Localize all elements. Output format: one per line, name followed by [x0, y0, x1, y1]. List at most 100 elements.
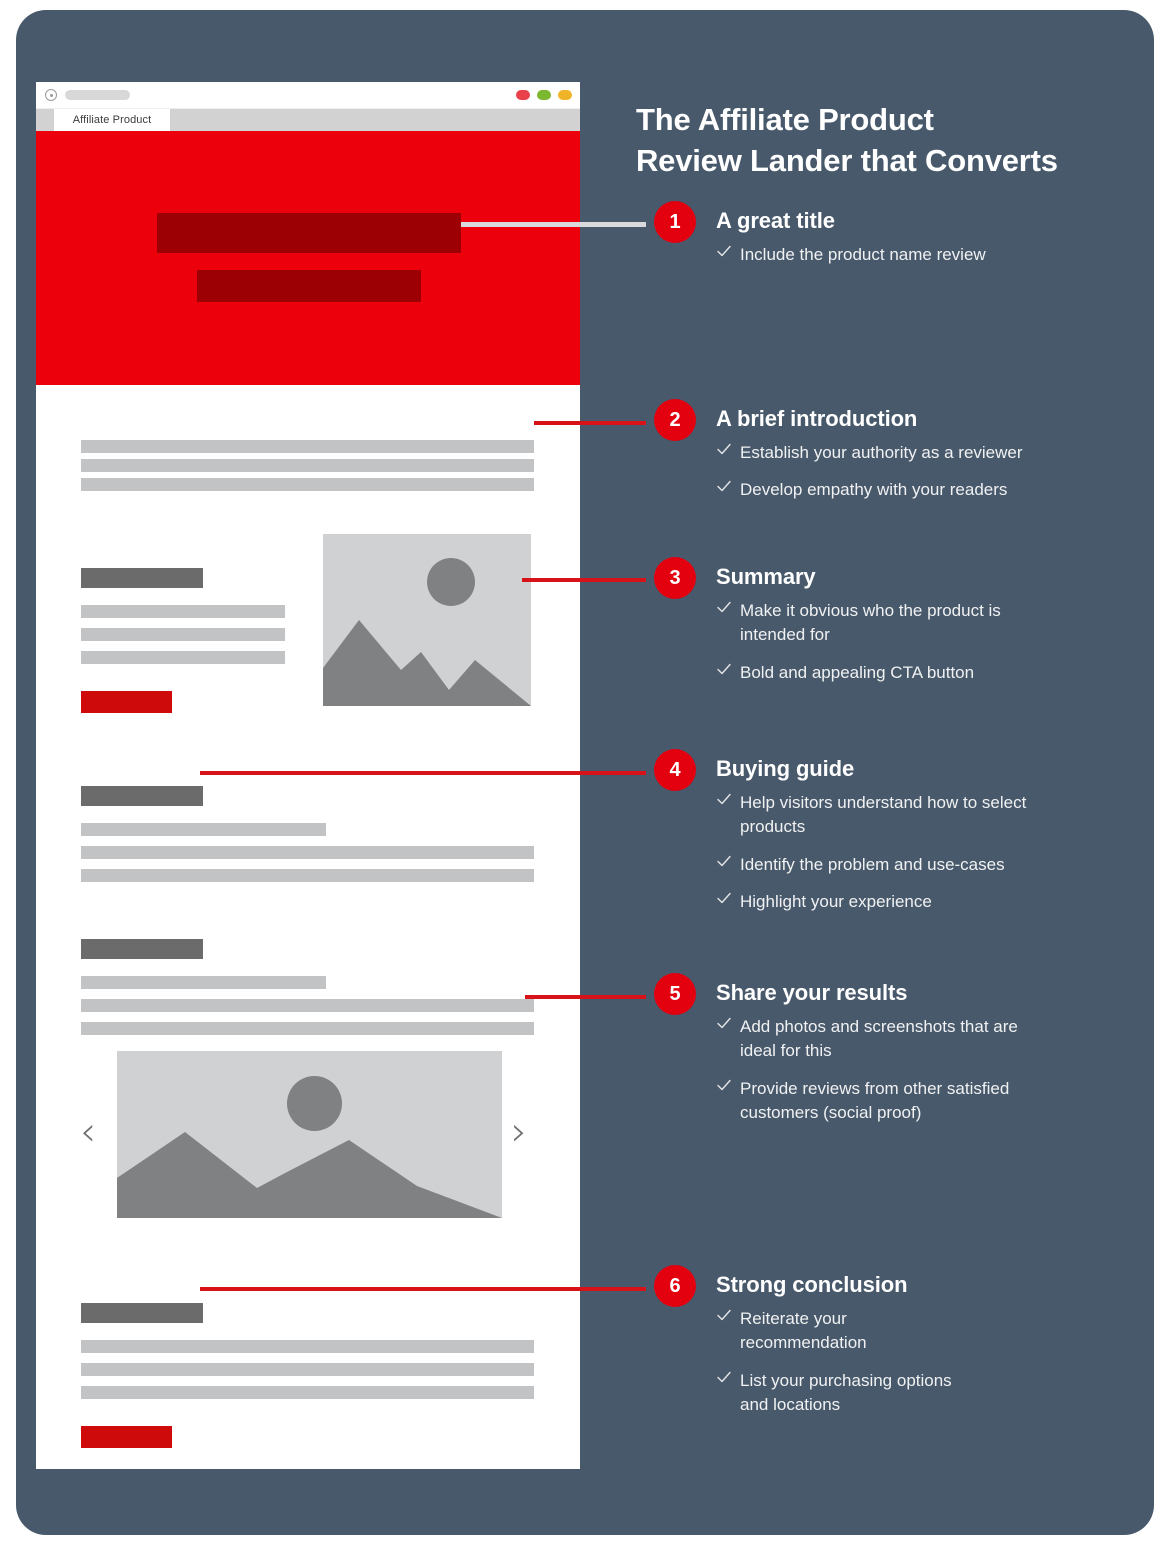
step-points: Make it obvious who the product is inten… [716, 599, 1136, 685]
step-point-label: Make it obvious who the product is inten… [740, 601, 1001, 645]
image-mountain-icon [323, 620, 531, 706]
check-icon [716, 441, 732, 457]
step-point: Add photos and screenshots that are idea… [716, 1015, 1040, 1064]
guide-1-line-3 [81, 869, 534, 882]
guide-2-line-3 [81, 1022, 534, 1035]
check-icon [716, 853, 732, 869]
browser-tab-strip: Affiliate Product [36, 109, 580, 131]
guide-1-line-2 [81, 846, 534, 859]
conclusion-line-2 [81, 1363, 534, 1376]
step-point: Provide reviews from other satisfied cus… [716, 1077, 1085, 1126]
hero-section [36, 131, 580, 385]
conclusion-heading-placeholder [81, 1303, 203, 1323]
step-number-badge: 4 [654, 749, 696, 791]
connector-line-4 [200, 771, 646, 775]
step-point-label: Develop empathy with your readers [740, 480, 1008, 500]
summary-image-placeholder [323, 534, 531, 706]
guide-heading-2-placeholder [81, 939, 203, 959]
step-title: Share your results [716, 980, 908, 1005]
maximize-button[interactable] [537, 90, 551, 100]
step-points: Add photos and screenshots that are idea… [716, 1015, 1136, 1125]
headline-line-2: Review Lander that Converts [636, 142, 1058, 178]
summary-line-1 [81, 605, 285, 618]
step-point-label: Establish your authority as a reviewer [740, 443, 1023, 462]
summary-line-3 [81, 651, 285, 664]
check-icon [716, 599, 732, 615]
carousel-image-placeholder [117, 1051, 502, 1218]
target-icon [45, 89, 57, 101]
step-number-badge: 3 [654, 557, 696, 599]
hero-subtitle-placeholder [197, 270, 421, 302]
page-title: The Affiliate Product Review Lander that… [636, 99, 1136, 181]
step-points: Include the product name review [716, 243, 1136, 267]
summary-cta-button[interactable] [81, 691, 172, 713]
infographic-canvas: Affiliate Product ‹ › The Affiliate Prod… [16, 10, 1154, 1535]
page-wireframe: ‹ › [36, 131, 580, 1469]
step-points: Reiterate your recommendation List your … [716, 1307, 1136, 1417]
image-mountain-icon [117, 1132, 502, 1218]
tab-affiliate-product[interactable]: Affiliate Product [54, 109, 170, 131]
carousel-next-button[interactable]: › [511, 1112, 527, 1152]
step-number-badge: 2 [654, 399, 696, 441]
carousel-prev-button[interactable]: ‹ [80, 1112, 96, 1152]
step-point-label: Provide reviews from other satisfied cus… [740, 1078, 1010, 1122]
step-point: Develop empathy with your readers [716, 478, 1136, 502]
check-icon [716, 1077, 732, 1093]
connector-line-1 [461, 222, 646, 227]
step-point: Reiterate your recommendation [716, 1307, 930, 1356]
step-point: Make it obvious who the product is inten… [716, 599, 1070, 648]
step-title: Strong conclusion [716, 1272, 908, 1297]
guide-1-line-1 [81, 823, 326, 836]
step-point-label: Bold and appealing CTA button [740, 662, 975, 682]
guide-2-line-2 [81, 999, 534, 1012]
step-title: A great title [716, 208, 835, 233]
check-icon [716, 243, 732, 259]
step-points: Establish your authority as a reviewer D… [716, 441, 1136, 503]
connector-line-2 [534, 421, 646, 425]
window-controls [516, 90, 572, 100]
hero-title-placeholder [157, 213, 461, 253]
check-icon [716, 661, 732, 677]
address-bar[interactable] [65, 90, 130, 100]
conclusion-line-1 [81, 1340, 534, 1353]
intro-line-1 [81, 440, 534, 453]
check-icon [716, 1015, 732, 1031]
check-icon [716, 478, 732, 494]
step-point: Identify the problem and use-cases [716, 853, 1136, 877]
step-title: Buying guide [716, 756, 855, 781]
browser-mockup: Affiliate Product ‹ › [36, 82, 580, 1469]
step-point-label: Include the product name review [740, 245, 986, 264]
step-point-label: Add photos and screenshots that are idea… [740, 1017, 1018, 1061]
step-point-label: Identify the problem and use-cases [740, 854, 1005, 874]
step-point-label: Highlight your experience [740, 891, 932, 911]
summary-line-2 [81, 628, 285, 641]
check-icon [716, 1307, 732, 1323]
step-point: Establish your authority as a reviewer [716, 441, 1136, 465]
browser-title-bar [36, 82, 580, 109]
conclusion-line-3 [81, 1386, 534, 1399]
guide-2-line-1 [81, 976, 326, 989]
steps-column: The Affiliate Product Review Lander that… [636, 10, 1154, 1535]
step-point: Highlight your experience [716, 890, 1136, 914]
step-number-badge: 1 [654, 201, 696, 243]
step-points: Help visitors understand how to select p… [716, 791, 1136, 914]
step-title: Summary [716, 564, 816, 589]
step-number-badge: 6 [654, 1265, 696, 1307]
headline-line-1: The Affiliate Product [636, 101, 934, 137]
connector-line-3 [522, 578, 646, 582]
step-point-label: List your purchasing options and locatio… [740, 1370, 952, 1414]
connector-line-6 [200, 1287, 646, 1291]
connector-line-5 [525, 995, 646, 999]
guide-heading-1-placeholder [81, 786, 203, 806]
step-number-badge: 5 [654, 973, 696, 1015]
step-title: A brief introduction [716, 406, 918, 431]
intro-line-3 [81, 478, 534, 491]
minimize-button[interactable] [558, 90, 572, 100]
step-point: Include the product name review [716, 243, 1136, 267]
step-point: Help visitors understand how to select p… [716, 791, 1045, 840]
conclusion-cta-button[interactable] [81, 1426, 172, 1448]
check-icon [716, 890, 732, 906]
summary-heading-placeholder [81, 568, 203, 588]
close-button[interactable] [516, 90, 530, 100]
check-icon [716, 1369, 732, 1385]
